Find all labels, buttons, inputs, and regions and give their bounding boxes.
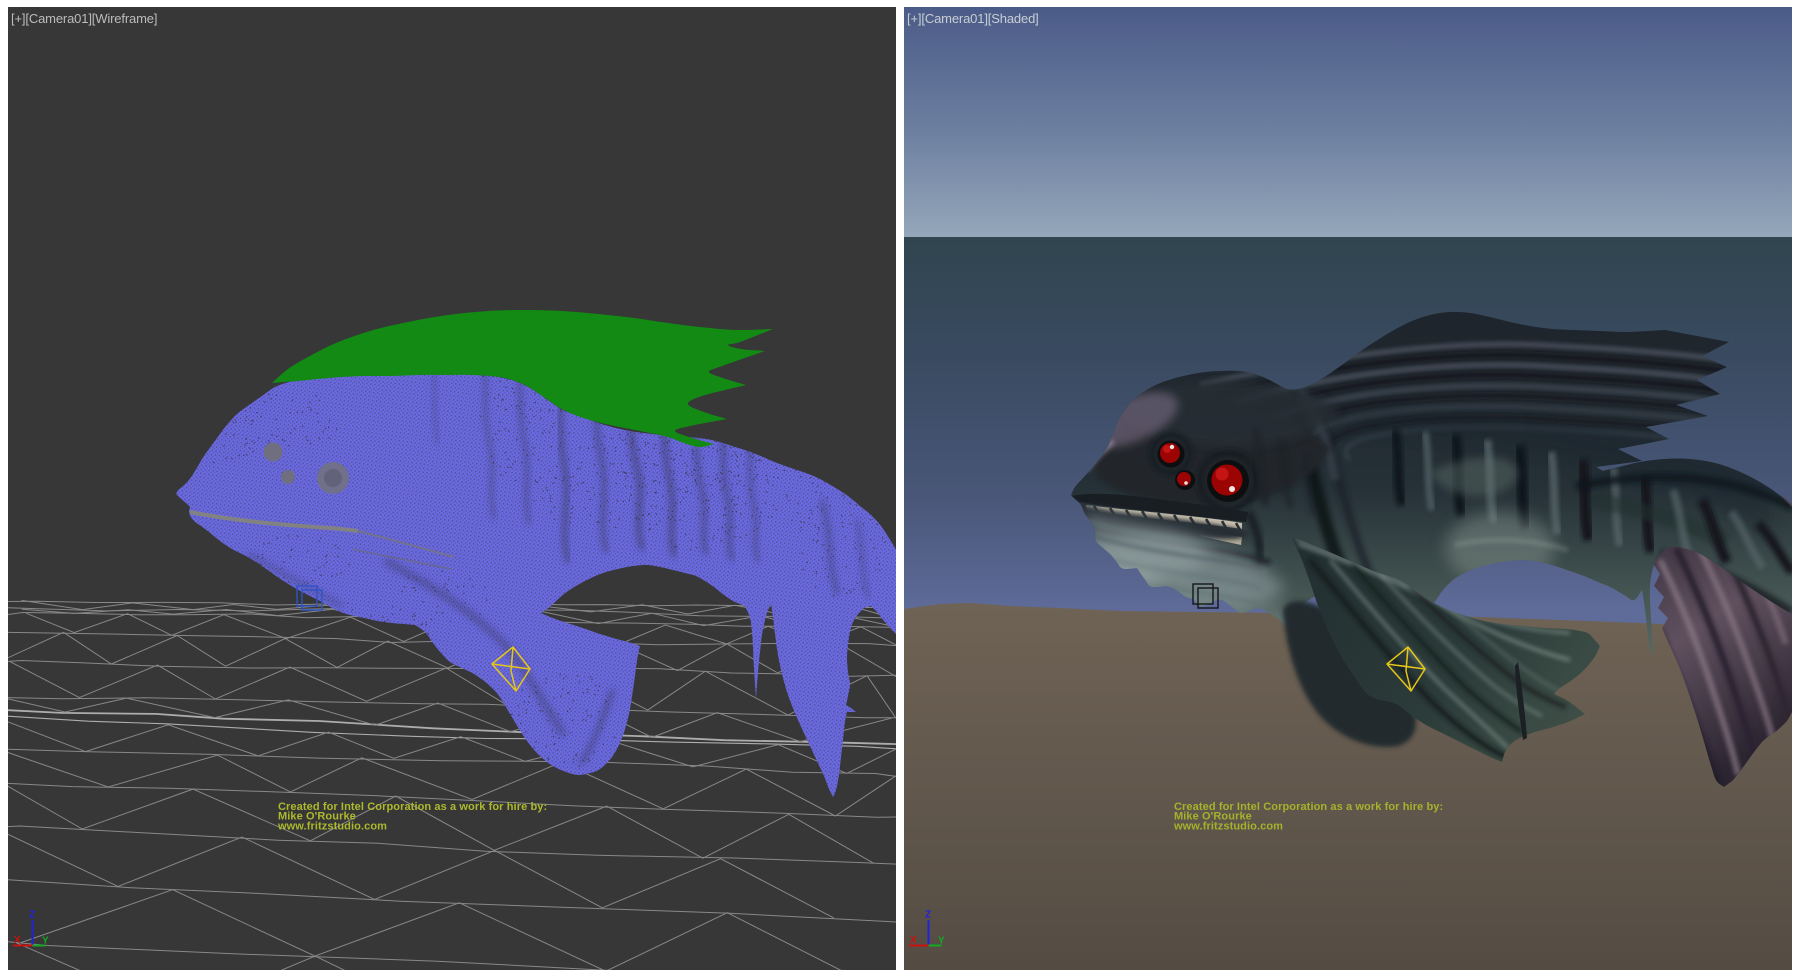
svg-text:X: X	[14, 935, 21, 946]
svg-text:www.fritzstudio.com: www.fritzstudio.com	[277, 821, 387, 833]
svg-text:Y: Y	[42, 936, 49, 947]
svg-text:www.fritzstudio.com: www.fritzstudio.com	[1173, 821, 1283, 833]
svg-text:Z: Z	[925, 910, 931, 921]
svg-text:X: X	[910, 935, 917, 946]
svg-text:Y: Y	[938, 936, 945, 947]
svg-text:Z: Z	[29, 910, 35, 921]
